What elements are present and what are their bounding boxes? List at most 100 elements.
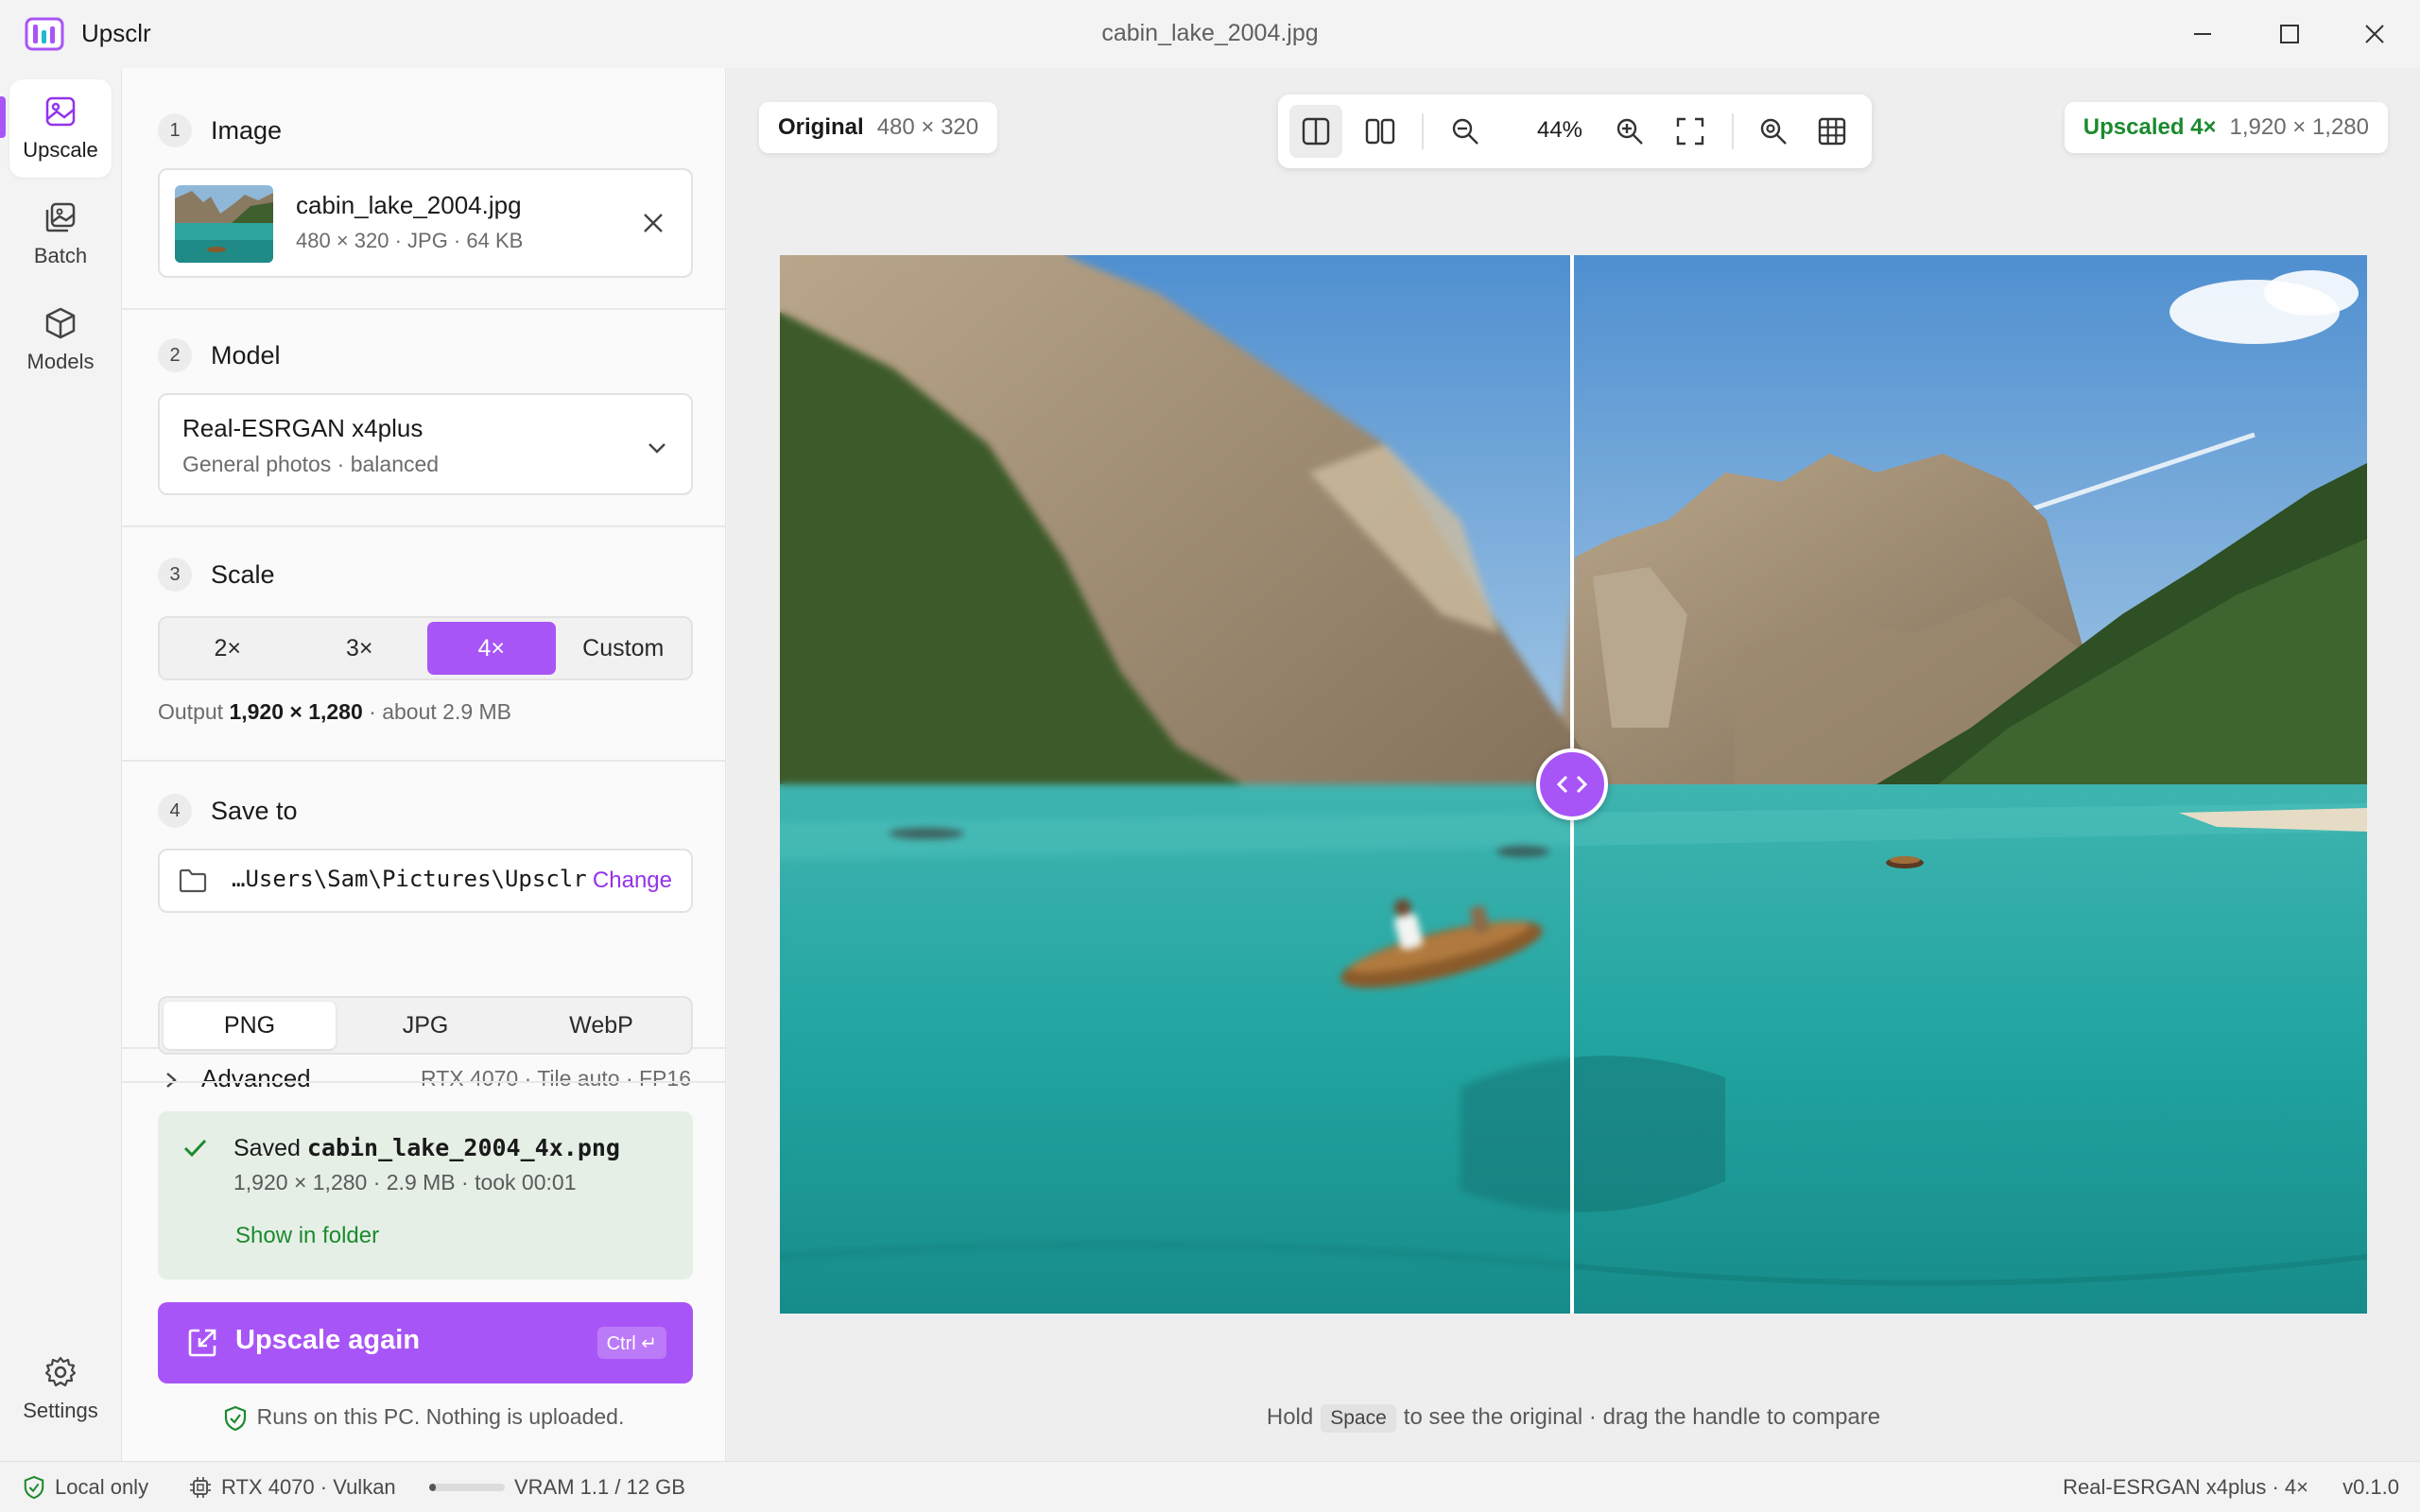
zoom-level[interactable]: 44% bbox=[1522, 117, 1598, 144]
side-by-side-button[interactable] bbox=[1354, 105, 1407, 158]
scale-section: 3 Scale 2× 3× 4× Custom Output 1,920 × 1… bbox=[122, 527, 725, 762]
model-status-label: Real-ESRGAN x4plus · 4× bbox=[2063, 1475, 2308, 1499]
fit-to-screen-button[interactable] bbox=[1664, 105, 1717, 158]
step-number: 2 bbox=[158, 338, 192, 372]
upscale-icon bbox=[188, 1329, 216, 1357]
show-in-folder-link[interactable]: Show in folder bbox=[235, 1223, 379, 1249]
format-option-webp[interactable]: WebP bbox=[515, 1002, 687, 1049]
actual-size-button[interactable] bbox=[1747, 105, 1800, 158]
selected-file-card[interactable]: cabin_lake_2004.jpg 480 × 320 · JPG · 64… bbox=[158, 168, 693, 278]
step-number: 3 bbox=[158, 558, 192, 592]
nav-label-batch: Batch bbox=[33, 244, 88, 267]
viewer-toolbar: 44% bbox=[1278, 94, 1872, 168]
nav-upscale[interactable]: Upscale bbox=[9, 79, 112, 178]
change-folder-link[interactable]: Change bbox=[593, 868, 672, 894]
toolbar-divider bbox=[1422, 113, 1424, 149]
model-step-header: 2 Model bbox=[158, 338, 281, 372]
minimize-button[interactable] bbox=[2172, 11, 2233, 57]
scale-option-4x[interactable]: 4× bbox=[427, 622, 556, 675]
divider bbox=[122, 1081, 725, 1083]
vram-status: VRAM 1.1 / 12 GB bbox=[429, 1475, 685, 1500]
nav-models[interactable]: Models bbox=[9, 291, 112, 389]
side-by-side-icon bbox=[1365, 118, 1395, 145]
model-description: General photos · balanced bbox=[182, 452, 440, 476]
save-path-field[interactable]: …Users\Sam\Pictures\Upsclr Change bbox=[158, 849, 693, 913]
step-title: Model bbox=[211, 340, 281, 369]
output-estimate: · about 2.9 MB bbox=[369, 699, 512, 724]
version-status: v0.1.0 bbox=[2342, 1475, 2399, 1500]
output-size-info: Output 1,920 × 1,280 · about 2.9 MB bbox=[158, 699, 511, 725]
gpu-label: RTX 4070 · Vulkan bbox=[221, 1475, 396, 1499]
compare-drag-handle[interactable] bbox=[1536, 748, 1608, 820]
maximize-button[interactable] bbox=[2259, 11, 2320, 57]
chip-icon bbox=[190, 1477, 211, 1498]
saved-notification: Saved cabin_lake_2004_4x.png 1,920 × 1,2… bbox=[158, 1111, 693, 1280]
chevron-down-icon bbox=[648, 443, 666, 454]
toolbar-divider bbox=[1732, 113, 1734, 149]
original-photo-preview bbox=[780, 255, 1572, 1314]
shield-check-icon bbox=[24, 1475, 44, 1500]
zoom-in-button[interactable] bbox=[1603, 105, 1656, 158]
window-title: cabin_lake_2004.jpg bbox=[1101, 20, 1319, 46]
image-icon bbox=[45, 96, 76, 127]
vram-usage-bar bbox=[429, 1484, 505, 1491]
format-option-jpg[interactable]: JPG bbox=[339, 1002, 511, 1049]
minimize-icon bbox=[2194, 33, 2211, 35]
hint-suffix: to see the original · drag the handle to… bbox=[1403, 1404, 1881, 1430]
zoom-actual-icon bbox=[1760, 118, 1787, 145]
space-key-badge: Space bbox=[1321, 1404, 1396, 1433]
zoom-out-button[interactable] bbox=[1439, 105, 1492, 158]
upscaled-label: Upscaled 4× bbox=[2083, 114, 2217, 140]
scale-selector: 2× 3× 4× Custom bbox=[158, 616, 693, 680]
advanced-toggle[interactable]: Advanced RTX 4070 · Tile auto · FP16 bbox=[122, 1047, 725, 1119]
format-option-png[interactable]: PNG bbox=[164, 1002, 336, 1049]
nav-settings[interactable]: Settings bbox=[9, 1340, 112, 1438]
file-name: cabin_lake_2004.jpg bbox=[296, 191, 522, 219]
privacy-text: Runs on this PC. Nothing is uploaded. bbox=[256, 1404, 625, 1429]
maximize-icon bbox=[2280, 25, 2299, 43]
step-title: Image bbox=[211, 115, 283, 145]
zoom-in-icon bbox=[1616, 118, 1643, 145]
version-label: v0.1.0 bbox=[2342, 1475, 2399, 1499]
format-selector: PNG JPG WebP bbox=[158, 996, 693, 1055]
image-section: 1 Image cabin_lake_2004.jpg 480 × 320 · … bbox=[122, 68, 725, 310]
model-status: Real-ESRGAN x4plus · 4× bbox=[2063, 1475, 2308, 1500]
step-number: 4 bbox=[158, 794, 192, 828]
upscaled-size-badge: Upscaled 4× 1,920 × 1,280 bbox=[2064, 102, 2388, 153]
comparison-canvas[interactable] bbox=[780, 255, 2367, 1314]
nav-label-upscale: Upscale bbox=[23, 138, 98, 162]
split-view-icon bbox=[1302, 117, 1330, 146]
save-step-header: 4 Save to bbox=[158, 794, 298, 828]
scale-option-2x[interactable]: 2× bbox=[164, 622, 292, 675]
vram-label: VRAM 1.1 / 12 GB bbox=[514, 1475, 685, 1499]
remove-file-button[interactable] bbox=[634, 204, 672, 242]
model-section: 2 Model Real-ESRGAN x4plus General photo… bbox=[122, 310, 725, 527]
local-only-label: Local only bbox=[55, 1475, 149, 1499]
upscale-again-button[interactable]: Upscale again Ctrl ↵ bbox=[158, 1302, 693, 1383]
output-size: 1,920 × 1,280 bbox=[229, 699, 363, 724]
split-view-button[interactable] bbox=[1289, 105, 1342, 158]
grid-icon bbox=[1818, 117, 1846, 146]
original-size: 480 × 320 bbox=[876, 114, 979, 140]
scale-option-3x[interactable]: 3× bbox=[296, 622, 424, 675]
save-path: …Users\Sam\Pictures\Upsclr bbox=[232, 866, 587, 892]
file-meta: 480 × 320 · JPG · 64 KB bbox=[296, 229, 524, 252]
image-step-header: 1 Image bbox=[158, 113, 282, 147]
scale-option-custom[interactable]: Custom bbox=[560, 622, 688, 675]
model-select[interactable]: Real-ESRGAN x4plus General photos · bala… bbox=[158, 393, 693, 495]
close-window-button[interactable] bbox=[2344, 11, 2405, 57]
title-bar: Upsclr cabin_lake_2004.jpg bbox=[0, 0, 2420, 68]
nav-batch[interactable]: Batch bbox=[9, 185, 112, 284]
keyboard-shortcut-badge: Ctrl ↵ bbox=[596, 1327, 666, 1359]
advanced-label: Advanced bbox=[201, 1064, 311, 1092]
zoom-out-icon bbox=[1452, 118, 1478, 145]
vram-usage-fill bbox=[429, 1484, 437, 1491]
local-only-status: Local only bbox=[23, 1475, 148, 1500]
pixel-grid-button[interactable] bbox=[1806, 105, 1858, 158]
upscaled-size: 1,920 × 1,280 bbox=[2229, 114, 2369, 140]
file-thumbnail bbox=[175, 185, 273, 263]
image-viewer: Original 480 × 320 44% Upscaled 4× 1,920 bbox=[727, 68, 2420, 1461]
close-icon bbox=[644, 214, 663, 232]
step-number: 1 bbox=[158, 113, 192, 147]
advanced-summary: RTX 4070 · Tile auto · FP16 bbox=[421, 1066, 691, 1091]
